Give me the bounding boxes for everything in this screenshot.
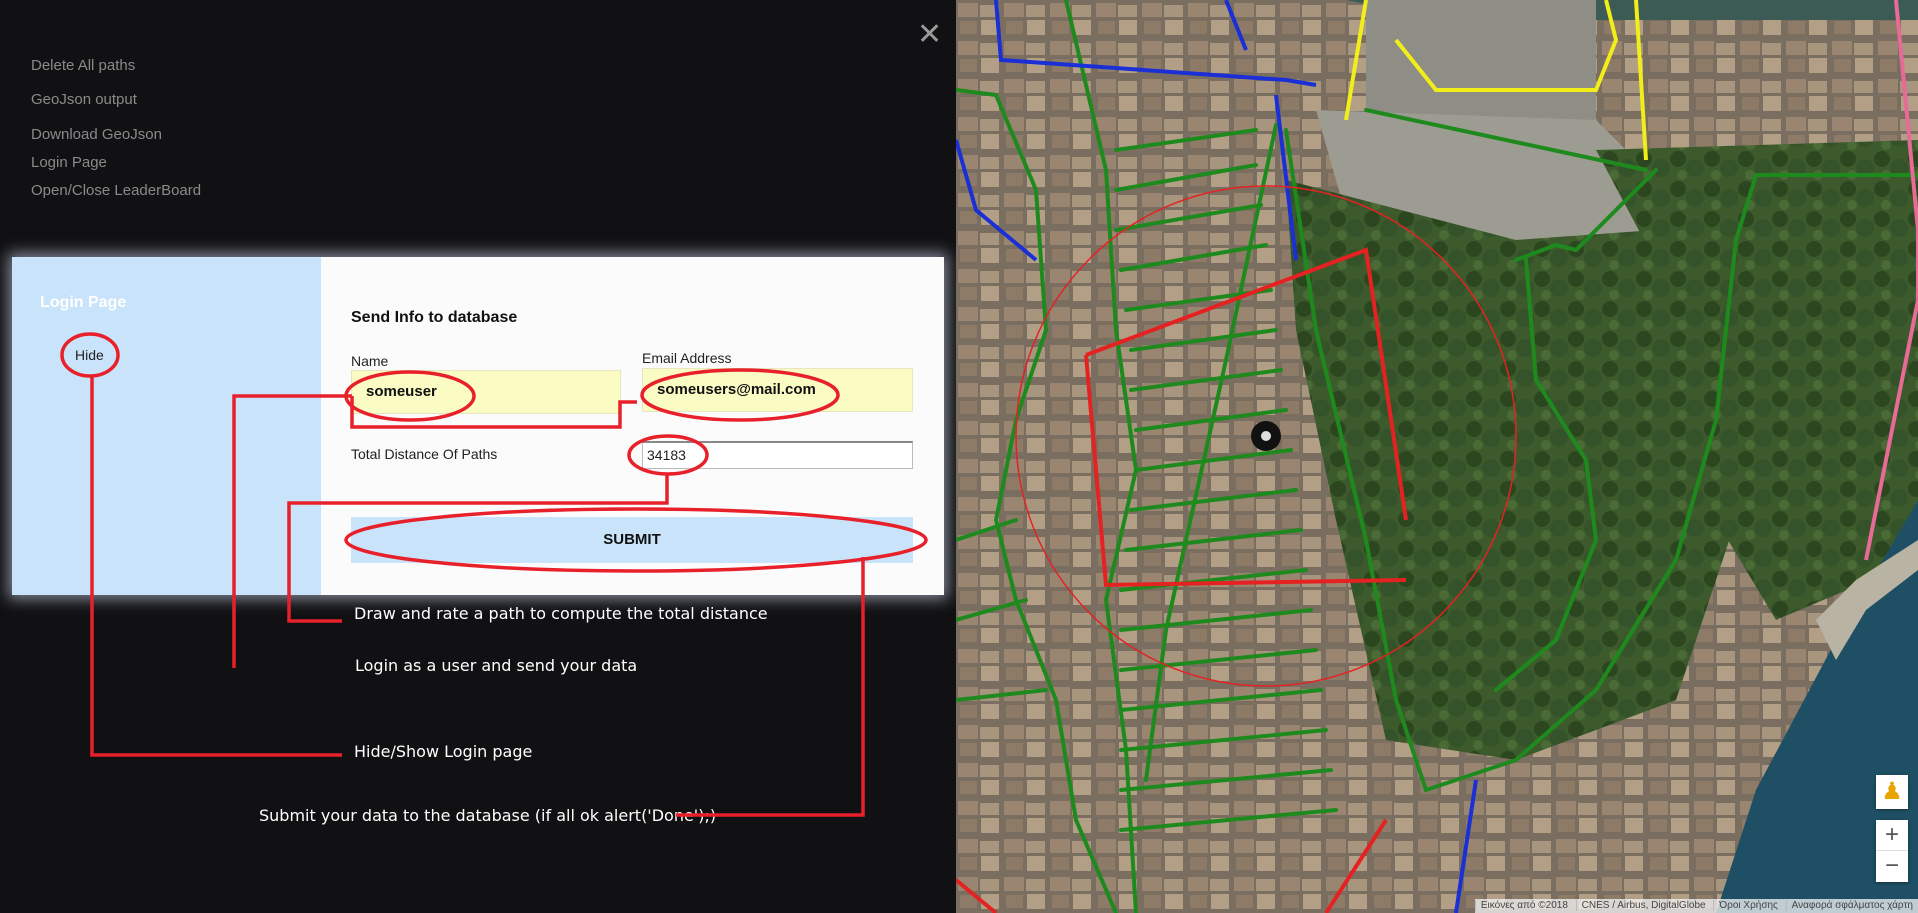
menu-item-delete-all-paths[interactable]: Delete All paths — [31, 57, 135, 74]
email-label: Email Address — [642, 350, 732, 366]
terms-link[interactable]: Όροι Χρήσης — [1713, 900, 1783, 911]
location-marker-center — [1261, 431, 1271, 441]
map-canvas[interactable] — [956, 0, 1918, 913]
name-input[interactable]: someuser — [351, 370, 621, 414]
login-panel: Login Page Hide Send Info to database Na… — [12, 257, 944, 595]
attribution-providers: CNES / Airbus, DigitalGlobe — [1575, 900, 1711, 911]
map-attribution: Εικόνες από ©2018 CNES / Airbus, Digital… — [1474, 899, 1918, 913]
login-page-title: Login Page — [40, 294, 127, 311]
submit-note: Submit your data to the database (if all… — [259, 806, 717, 825]
name-label: Name — [351, 353, 389, 369]
hide-link[interactable]: Hide — [75, 347, 104, 363]
sidebar-panel: ✕ Delete All paths GeoJson output Downlo… — [0, 0, 956, 913]
menu-item-geojson-output[interactable]: GeoJson output — [31, 91, 137, 108]
zoom-in-button[interactable]: + — [1876, 820, 1908, 851]
zoom-out-button[interactable]: − — [1876, 851, 1908, 881]
total-distance-field[interactable]: 34183 — [642, 441, 913, 469]
attribution-imagery: Εικόνες από ©2018 — [1474, 900, 1573, 911]
report-error-link[interactable]: Αναφορά σφάλματος χάρτη — [1785, 900, 1918, 911]
zoom-control: + − — [1876, 820, 1908, 882]
total-distance-label: Total Distance Of Paths — [351, 446, 498, 462]
email-input[interactable]: someusers@mail.com — [642, 368, 913, 412]
hide-show-note: Hide/Show Login page — [354, 742, 533, 761]
submit-button[interactable]: SUBMIT — [351, 517, 913, 563]
submit-connector-line — [676, 557, 865, 817]
menu-item-open-close-leaderboard[interactable]: Open/Close LeaderBoard — [31, 182, 201, 199]
menu-item-download-geojson[interactable]: Download GeoJson — [31, 126, 162, 143]
street-view-pegman-icon[interactable]: ♟ — [1876, 775, 1908, 809]
form-title: Send Info to database — [351, 309, 518, 326]
login-sidebar: Login Page Hide — [12, 257, 321, 595]
menu-item-login-page[interactable]: Login Page — [31, 154, 107, 171]
close-icon[interactable]: ✕ — [917, 20, 942, 50]
satellite-map[interactable]: ♟ + − Εικόνες από ©2018 CNES / Airbus, D… — [956, 0, 1918, 913]
draw-path-note: Draw and rate a path to compute the tota… — [354, 604, 768, 623]
login-note: Login as a user and send your data — [355, 656, 638, 675]
